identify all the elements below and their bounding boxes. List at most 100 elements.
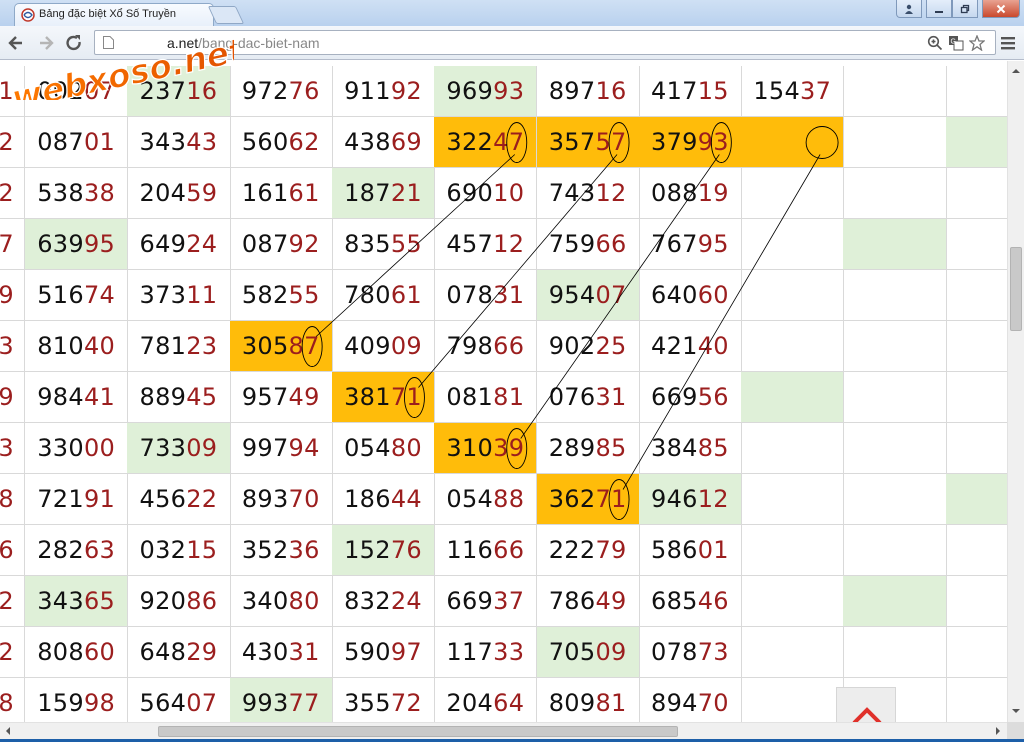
vertical-scroll-thumb[interactable] bbox=[1010, 247, 1022, 331]
reload-icon[interactable] bbox=[64, 33, 84, 53]
cell-tail-digits: 43 bbox=[186, 128, 218, 156]
page-viewport: 1 00207 23716 97276 91192 96993 89716 41715 1543… bbox=[0, 61, 1007, 722]
cell-tail-digits: 71 bbox=[595, 485, 627, 513]
cell-tail-digits: 44 bbox=[390, 485, 422, 513]
arrow-right-icon[interactable] bbox=[36, 33, 56, 53]
table-cell bbox=[741, 321, 845, 372]
cell-tail-digits: 40 bbox=[697, 332, 729, 360]
table-cell: 64924 bbox=[127, 219, 231, 270]
cell-tail-digits: 79 bbox=[595, 536, 627, 564]
cell-head-digits: 343 bbox=[37, 587, 84, 615]
cell-head-digits: 310 bbox=[446, 434, 494, 462]
cell-tail-digits: 92 bbox=[288, 230, 320, 258]
cell-head-digits: 379 bbox=[651, 128, 698, 156]
cell-head-digits: 330 bbox=[37, 434, 84, 462]
row-index-cell: 2 bbox=[0, 168, 25, 219]
close-button[interactable] bbox=[982, 0, 1020, 18]
star-icon[interactable] bbox=[969, 35, 985, 51]
cell-head-digits: 954 bbox=[548, 281, 596, 309]
table-cell: 32247 bbox=[434, 117, 538, 168]
cell-head-digits: 032 bbox=[139, 536, 187, 564]
cell-tail-digits: 59 bbox=[186, 179, 218, 207]
cell-head-digits: 409 bbox=[344, 332, 391, 360]
table-cell: 08181 bbox=[434, 372, 538, 423]
cell-head-digits: 088 bbox=[651, 179, 698, 207]
close-icon bbox=[996, 4, 1006, 13]
cell-tail-digits: 37 bbox=[493, 587, 525, 615]
table-cell: 42140 bbox=[638, 321, 743, 372]
cell-head-digits: 586 bbox=[651, 536, 698, 564]
table-cell: 23716 bbox=[127, 66, 231, 117]
cell-tail-digits: 57 bbox=[595, 128, 627, 156]
table-cell: 90225 bbox=[536, 321, 640, 372]
scroll-up-icon[interactable] bbox=[1012, 67, 1020, 75]
scroll-to-top-button[interactable] bbox=[836, 687, 896, 722]
minimize-button[interactable] bbox=[926, 0, 952, 18]
translate-icon[interactable]: G bbox=[948, 35, 964, 51]
scroll-left-icon[interactable] bbox=[4, 727, 12, 735]
profile-button[interactable] bbox=[896, 0, 922, 18]
table-cell: 22279 bbox=[536, 525, 640, 576]
cell-head-digits: 186 bbox=[344, 485, 391, 513]
table-cell: 28263 bbox=[25, 525, 129, 576]
horizontal-scrollbar[interactable] bbox=[0, 722, 1007, 739]
scroll-down-icon[interactable] bbox=[1012, 707, 1020, 715]
cell-head-digits: 669 bbox=[651, 383, 698, 411]
cell-head-digits: 237 bbox=[139, 77, 187, 105]
cell-tail-digits: 10 bbox=[493, 179, 525, 207]
page-icon bbox=[103, 36, 114, 49]
table-cell: 95749 bbox=[229, 372, 333, 423]
restore-button[interactable] bbox=[952, 0, 978, 18]
cell-head-digits: 116 bbox=[446, 536, 494, 564]
table-cell bbox=[741, 525, 845, 576]
table-cell bbox=[843, 627, 947, 678]
horizontal-scroll-thumb[interactable] bbox=[158, 726, 678, 737]
cell-tail-digits: 69 bbox=[390, 128, 422, 156]
user-icon bbox=[905, 4, 913, 14]
scroll-right-icon[interactable] bbox=[994, 727, 1002, 735]
table-cell: 96993 bbox=[434, 66, 538, 117]
cell-head-digits: 204 bbox=[139, 179, 187, 207]
cell-tail-digits: 12 bbox=[493, 230, 525, 258]
cell-tail-digits: 45 bbox=[186, 383, 218, 411]
cell-head-digits: 438 bbox=[344, 128, 391, 156]
table-cell bbox=[741, 423, 845, 474]
table-cell: 59097 bbox=[331, 627, 436, 678]
cell-head-digits: 002 bbox=[37, 77, 84, 105]
table-cell: 30587 bbox=[229, 321, 333, 372]
browser-tab[interactable]: Bảng đặc biệt Xổ Số Truyền bbox=[14, 3, 214, 26]
cell-tail-digits: 46 bbox=[697, 587, 729, 615]
table-cell: 94612 bbox=[638, 474, 743, 525]
menu-icon[interactable] bbox=[1000, 34, 1016, 52]
cell-head-digits: 759 bbox=[548, 230, 596, 258]
table-cell: 28985 bbox=[536, 423, 640, 474]
row-index-text: 8 bbox=[0, 485, 14, 513]
cell-tail-digits: 29 bbox=[186, 638, 218, 666]
row-index-text: 2 bbox=[0, 128, 14, 156]
table-cell: 68546 bbox=[638, 576, 743, 627]
table-cell bbox=[843, 270, 947, 321]
cell-head-digits: 648 bbox=[139, 638, 187, 666]
table-cell: 51674 bbox=[25, 270, 129, 321]
cell-head-digits: 282 bbox=[37, 536, 84, 564]
cell-head-digits: 322 bbox=[446, 128, 494, 156]
table-cell bbox=[843, 66, 947, 117]
zoom-icon[interactable] bbox=[927, 35, 943, 51]
cell-tail-digits: 63 bbox=[83, 536, 116, 564]
cell-tail-digits: 88 bbox=[493, 485, 525, 513]
cell-head-digits: 384 bbox=[651, 434, 698, 462]
cell-tail-digits: 76 bbox=[288, 77, 320, 105]
cell-tail-digits: 11 bbox=[186, 281, 218, 309]
table-cell: 11733 bbox=[434, 627, 538, 678]
vertical-scrollbar[interactable] bbox=[1007, 61, 1024, 722]
cell-tail-digits: 25 bbox=[595, 332, 627, 360]
cell-head-digits: 421 bbox=[651, 332, 698, 360]
table-cell: 34080 bbox=[229, 576, 333, 627]
cell-tail-digits: 31 bbox=[595, 383, 627, 411]
table-cell: 99377 bbox=[229, 678, 333, 722]
row-index-text: 9 bbox=[0, 383, 14, 411]
arrow-left-icon[interactable] bbox=[6, 33, 26, 53]
address-bar[interactable]: a.net/bang-dac-biet-nam G bbox=[94, 30, 996, 55]
table-cell: 34365 bbox=[25, 576, 129, 627]
cell-head-digits: 343 bbox=[139, 128, 187, 156]
